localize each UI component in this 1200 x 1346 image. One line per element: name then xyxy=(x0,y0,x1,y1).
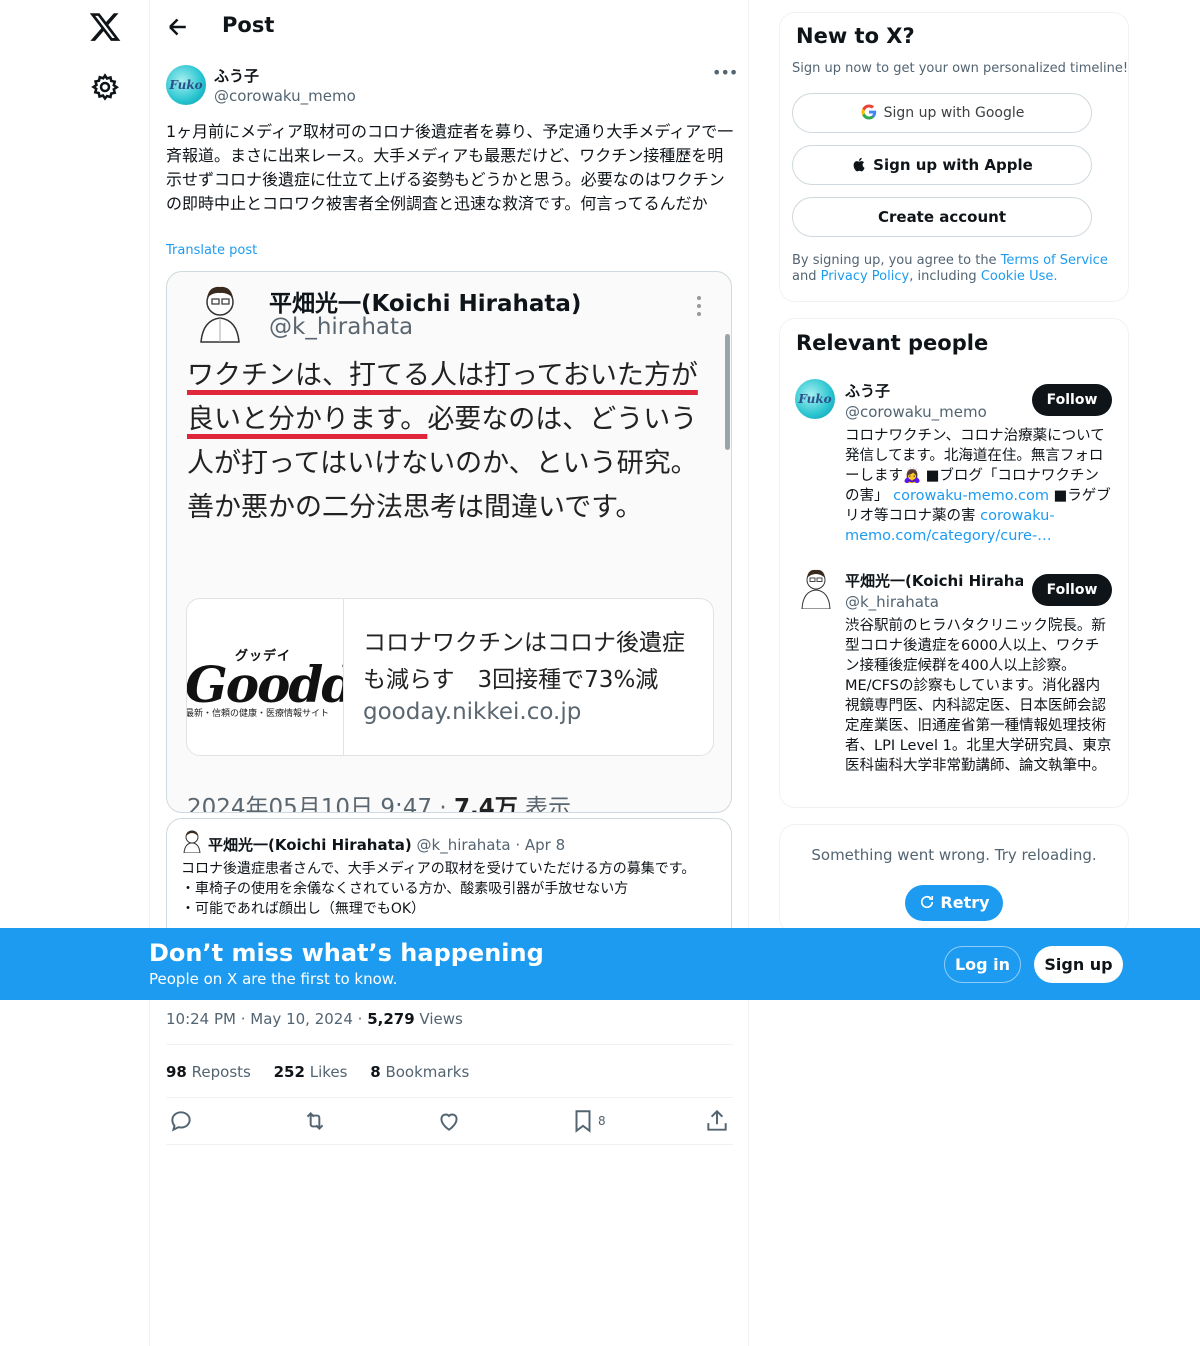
likes-stat[interactable]: 252 Likes xyxy=(274,1063,348,1081)
error-message: Something went wrong. Try reloading. xyxy=(811,846,1097,864)
media-author-name: 平畑光一(Koichi Hirahata) xyxy=(269,291,582,317)
divider xyxy=(166,1144,733,1145)
post-stats: 98 Reposts 252 Likes 8 Bookmarks xyxy=(166,1063,487,1081)
reply-icon[interactable] xyxy=(168,1108,194,1134)
gooday-logo: グッデイ Goodday 最新・信頼の健康・医療情報サイト xyxy=(187,599,344,755)
signup-panel-title: New to X? xyxy=(796,24,915,48)
bottom-signup-banner: Don’t miss what’s happening People on X … xyxy=(0,928,1200,1000)
quote-text-line: ・可能であれば顔出し（無理でもOK） xyxy=(181,901,426,917)
quote-text-line: ・車椅子の使用を余儀なくされている方か、酸素吸引器が手放せない方 xyxy=(181,881,629,897)
apple-icon xyxy=(853,157,865,172)
cookie-use-link[interactable]: Cookie Use. xyxy=(981,269,1058,284)
person-avatar[interactable] xyxy=(797,567,835,610)
quote-date: Apr 8 xyxy=(524,836,566,854)
signup-apple-button[interactable]: Sign up with Apple xyxy=(792,145,1092,185)
follow-button[interactable]: Follow xyxy=(1032,384,1112,416)
person-name[interactable]: 平畑光一(Koichi Hirahata) xyxy=(845,570,1023,591)
logo-tagline: 最新・信頼の健康・医療情報サイト xyxy=(187,709,330,719)
bookmarks-stat[interactable]: 8 Bookmarks xyxy=(370,1063,469,1081)
apple-button-label: Sign up with Apple xyxy=(873,156,1033,174)
link-card-title: コロナワクチンはコロナ後遺症も減らす 3回接種で73%減 xyxy=(363,630,685,693)
post-text: 1ヶ月前にメディア取材可のコロナ後遺症者を募り、予定通り大手メディアで一斉報道。… xyxy=(166,122,734,213)
avatar-text: Fuko xyxy=(798,392,832,406)
quote-text: コロナ後遺症患者さんで、大手メディアの取材を受けていただける方の募集です。 ・車… xyxy=(181,859,721,919)
settings-gear-icon[interactable] xyxy=(90,72,120,102)
retry-label: Retry xyxy=(940,893,990,912)
bookmark-icon[interactable] xyxy=(570,1108,596,1134)
author-handle[interactable]: @corowaku_memo xyxy=(214,87,356,105)
media-tweet-text: ワクチンは、打てる人は打っておいた方が良いと分かります。必要なのは、どういう人が… xyxy=(187,354,717,530)
google-icon xyxy=(861,104,876,120)
media-footer-time: 2024年05月10日 9:47 · xyxy=(187,795,454,813)
create-account-button[interactable]: Create account xyxy=(792,197,1092,237)
person-avatar[interactable]: Fuko xyxy=(795,379,835,419)
media-footer: 2024年05月10日 9:47 · 7.4万 表示 xyxy=(187,788,572,813)
media-footer-views-label: 表示 xyxy=(517,795,572,813)
login-button[interactable]: Log in xyxy=(944,946,1021,983)
person-handle[interactable]: @corowaku_memo xyxy=(845,403,987,421)
post-timestamp: 10:24 PM · May 10, 2024 · 5,279 Views xyxy=(166,1010,463,1028)
media-text-line2: 善か悪かの二分法思考は間違いです。 xyxy=(187,492,643,523)
divider xyxy=(166,1097,733,1098)
follow-button[interactable]: Follow xyxy=(1032,574,1112,606)
more-options-icon[interactable]: ••• xyxy=(712,62,738,84)
x-logo-icon[interactable] xyxy=(88,10,122,44)
signup-panel-subtitle: Sign up now to get your own personalized… xyxy=(792,61,1129,76)
banner-subtitle: People on X are the first to know. xyxy=(149,970,398,988)
signup-google-button[interactable]: Sign up with Google xyxy=(792,93,1092,133)
link-card-domain: gooday.nikkei.co.jp xyxy=(363,699,582,725)
avatar-text: Fuko xyxy=(169,78,203,92)
views-count: 5,279 xyxy=(367,1010,415,1028)
quote-author-handle: @k_hirahata xyxy=(416,836,511,854)
bookmark-count: 8 xyxy=(598,1114,606,1128)
quote-author-name: 平畑光一(Koichi Hirahata) xyxy=(208,836,412,854)
google-button-label: Sign up with Google xyxy=(883,105,1025,121)
person-bio: 渋谷駅前のヒラハタクリニック院長。新型コロナ後遺症を6000人以上、ワクチン接種… xyxy=(845,618,1112,774)
privacy-policy-link[interactable]: Privacy Policy xyxy=(821,269,910,284)
divider xyxy=(166,1044,733,1045)
post-time[interactable]: 10:24 PM xyxy=(166,1010,236,1028)
media-footer-views: 7.4万 xyxy=(453,795,518,813)
media-kebab-icon xyxy=(695,294,703,318)
person-bio: コロナワクチン、コロナ治療薬について発信してます。北海道在住。無言フォローします… xyxy=(845,428,1111,544)
banner-title: Don’t miss what’s happening xyxy=(149,939,544,967)
post-media-image[interactable]: 平畑光一(Koichi Hirahata) @k_hirahata ワクチンは、… xyxy=(166,271,732,813)
quote-text-line: コロナ後遺症患者さんで、大手メディアの取材を受けていただける方の募集です。 xyxy=(181,861,696,877)
terms-text: By signing up, you agree to the Terms of… xyxy=(792,253,1108,284)
author-name[interactable]: ふう子 xyxy=(214,65,259,86)
views-label: Views xyxy=(419,1010,463,1028)
media-scrollbar xyxy=(725,334,730,450)
person-handle[interactable]: @k_hirahata xyxy=(845,593,939,611)
doctor-avatar-icon xyxy=(191,282,249,344)
terms-of-service-link[interactable]: Terms of Service xyxy=(1001,253,1108,268)
refresh-icon xyxy=(921,895,934,909)
media-link-card: グッデイ Goodday 最新・信頼の健康・医療情報サイト コロナワクチンはコロ… xyxy=(186,598,714,756)
repost-icon[interactable] xyxy=(302,1108,328,1134)
quote-avatar xyxy=(181,829,203,854)
author-avatar[interactable]: Fuko xyxy=(166,65,206,105)
relevant-people-title: Relevant people xyxy=(796,331,989,355)
retry-button[interactable]: Retry xyxy=(905,885,1003,921)
page-title: Post xyxy=(222,13,275,37)
reposts-stat[interactable]: 98 Reposts xyxy=(166,1063,251,1081)
back-arrow-icon[interactable] xyxy=(162,12,192,42)
bookmark-action[interactable]: 8 xyxy=(570,1108,610,1134)
post-date[interactable]: May 10, 2024 xyxy=(250,1010,353,1028)
bio-link[interactable]: corowaku-memo.com xyxy=(893,488,1049,504)
like-icon[interactable] xyxy=(436,1108,462,1134)
signup-button[interactable]: Sign up xyxy=(1034,946,1123,983)
share-icon[interactable] xyxy=(704,1108,730,1134)
person-name[interactable]: ふう子 xyxy=(845,380,890,401)
translate-post-link[interactable]: Translate post xyxy=(166,243,257,258)
media-author-handle: @k_hirahata xyxy=(269,314,414,340)
quote-header: 平畑光一(Koichi Hirahata) @k_hirahata · Apr … xyxy=(208,836,566,854)
